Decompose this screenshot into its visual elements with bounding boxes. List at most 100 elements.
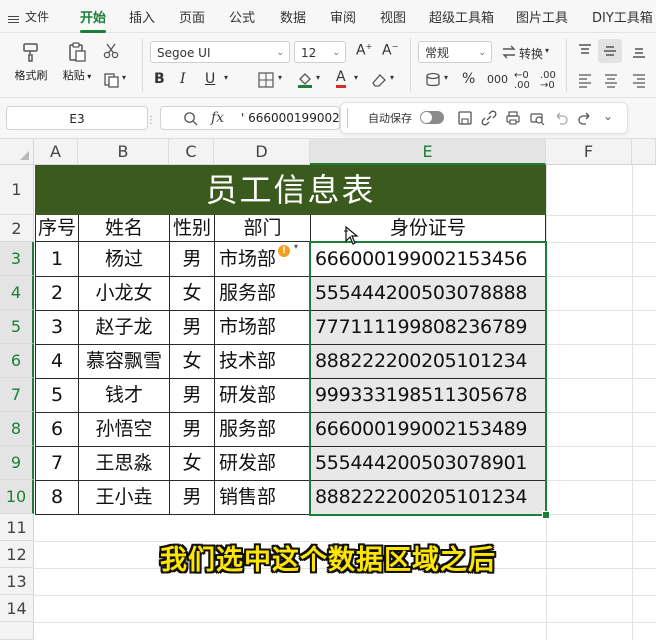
name-box[interactable]: E3 ⋮ (6, 106, 156, 130)
column-header-d[interactable]: D (214, 139, 310, 165)
cell-department[interactable]: 服务部 (215, 276, 310, 310)
zoom-icon[interactable] (183, 111, 198, 126)
border-icon[interactable] (257, 71, 275, 89)
save-icon[interactable] (457, 110, 473, 126)
font-color-dropdown-icon[interactable]: ▾ (354, 73, 358, 82)
cut-icon[interactable] (102, 42, 120, 60)
cell-name[interactable]: 赵子龙 (79, 310, 169, 344)
align-middle-button[interactable] (598, 39, 622, 63)
font-name-combo[interactable]: Segoe UI ⌄ (150, 41, 290, 63)
tab-insert[interactable]: 插入 (129, 7, 155, 26)
copy-dropdown-icon[interactable]: ▾ (122, 73, 126, 82)
column-header-a[interactable]: A (34, 139, 78, 165)
convert-icon[interactable] (500, 43, 518, 61)
currency-icon[interactable] (424, 71, 442, 89)
bold-icon[interactable]: B (154, 71, 165, 87)
formula-input[interactable]: fx ' 6660001990021 (160, 106, 347, 130)
font-color-icon[interactable]: A (336, 69, 346, 88)
paste-button[interactable]: 粘贴 ▾ (54, 35, 100, 91)
chevron-down-icon[interactable]: ⌄ (603, 109, 613, 123)
align-right-icon[interactable] (630, 71, 648, 89)
cell-department[interactable]: 服务部 (215, 412, 310, 446)
increase-decimal-icon[interactable]: ←0.00 (514, 71, 530, 91)
cell-name[interactable]: 钱才 (79, 378, 169, 412)
tab-page[interactable]: 页面 (179, 7, 205, 26)
cell-index[interactable]: 4 (36, 344, 78, 378)
number-format-combo[interactable]: 常规 ⌄ (418, 41, 492, 63)
autosave-toggle[interactable] (420, 111, 444, 124)
row-header-7[interactable]: 7 (0, 378, 34, 412)
cell-gender[interactable]: 男 (170, 242, 214, 276)
error-indicator-icon[interactable]: ! (278, 245, 290, 257)
convert-dropdown-icon[interactable]: ▾ (545, 46, 549, 55)
tab-review[interactable]: 审阅 (330, 7, 356, 26)
column-header-c[interactable]: C (169, 139, 214, 165)
header-cell-gender[interactable]: 性别 (170, 215, 214, 242)
row-header-11[interactable]: 11 (0, 514, 34, 541)
copy-icon[interactable] (102, 71, 120, 89)
cell-department[interactable]: 市场部 (215, 310, 310, 344)
cell-index[interactable]: 5 (36, 378, 78, 412)
cell-index[interactable]: 6 (36, 412, 78, 446)
format-painter-button[interactable]: 格式刷 (8, 35, 54, 91)
cell-index[interactable]: 7 (36, 446, 78, 480)
tab-image-tools[interactable]: 图片工具 (516, 7, 568, 26)
cell-gender[interactable]: 女 (170, 344, 214, 378)
italic-icon[interactable]: I (180, 71, 186, 87)
cell-name[interactable]: 杨过 (79, 242, 169, 276)
fx-icon[interactable]: fx (211, 110, 224, 126)
increase-font-icon[interactable]: A+ (356, 42, 372, 59)
underline-dropdown-icon[interactable]: ▾ (224, 73, 228, 82)
tab-diy-toolbox[interactable]: DIY工具箱 (592, 7, 653, 26)
row-header-5[interactable]: 5 (0, 310, 34, 344)
row-header-1[interactable]: 1 (0, 165, 34, 215)
header-cell-department[interactable]: 部门 (215, 215, 310, 242)
link-icon[interactable] (481, 110, 497, 126)
row-header-8[interactable]: 8 (0, 412, 34, 446)
decrease-decimal-icon[interactable]: .00 →0 (540, 71, 556, 91)
cell-name[interactable]: 小龙女 (79, 276, 169, 310)
align-bottom-icon[interactable] (630, 42, 648, 60)
convert-button[interactable]: 转换 (519, 45, 543, 62)
tab-view[interactable]: 视图 (380, 7, 406, 26)
header-cell-name[interactable]: 姓名 (79, 215, 169, 242)
cell-gender[interactable]: 女 (170, 276, 214, 310)
row-header-3[interactable]: 3 (0, 242, 34, 276)
row-header-6[interactable]: 6 (0, 344, 34, 378)
align-center-icon[interactable] (602, 71, 620, 89)
align-top-icon[interactable] (576, 42, 594, 60)
cell-gender[interactable]: 男 (170, 480, 214, 514)
row-header-4[interactable]: 4 (0, 276, 34, 310)
undo-icon[interactable] (553, 110, 569, 126)
tab-home[interactable]: 开始 (80, 7, 107, 33)
column-header-b[interactable]: B (78, 139, 169, 165)
redo-icon[interactable] (577, 110, 593, 126)
cell-gender[interactable]: 女 (170, 446, 214, 480)
row-header-14[interactable]: 14 (0, 595, 34, 622)
fill-color-icon[interactable] (296, 70, 314, 88)
column-header-f[interactable]: F (546, 139, 632, 165)
cell-index[interactable]: 1 (36, 242, 78, 276)
eraser-dropdown-icon[interactable]: ▾ (390, 73, 394, 82)
header-cell-index[interactable]: 序号 (36, 215, 78, 242)
cell-department[interactable]: 研发部 (215, 446, 310, 480)
row-header-10[interactable]: 10 (0, 480, 34, 514)
cell-index[interactable]: 3 (36, 310, 78, 344)
cell-name[interactable]: 慕容飘雪 (79, 344, 169, 378)
cell-index[interactable]: 2 (36, 276, 78, 310)
row-header-9[interactable]: 9 (0, 446, 34, 480)
cell-department[interactable]: 研发部 (215, 378, 310, 412)
cell-department[interactable]: 销售部 (215, 480, 310, 514)
border-dropdown-icon[interactable]: ▾ (278, 73, 282, 82)
chevron-down-icon[interactable]: ▾ (294, 242, 298, 251)
row-header-2[interactable]: 2 (0, 215, 34, 242)
print-icon[interactable] (505, 110, 521, 126)
cell-gender[interactable]: 男 (170, 378, 214, 412)
tab-formula[interactable]: 公式 (229, 7, 255, 26)
select-all-corner[interactable] (0, 139, 34, 165)
cell-name[interactable]: 孙悟空 (79, 412, 169, 446)
fill-dropdown-icon[interactable]: ▾ (316, 73, 320, 82)
tab-super-toolbox[interactable]: 超级工具箱 (429, 7, 494, 26)
currency-dropdown-icon[interactable]: ▾ (444, 73, 448, 82)
thousands-icon[interactable]: 000 (487, 73, 508, 86)
